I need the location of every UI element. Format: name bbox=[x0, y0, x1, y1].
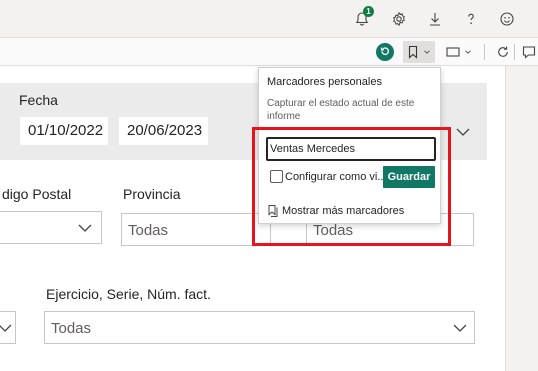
bookmark-name-input[interactable] bbox=[266, 137, 436, 161]
refresh-icon[interactable] bbox=[494, 41, 512, 63]
chevron-down-icon bbox=[0, 324, 12, 332]
help-icon[interactable] bbox=[460, 8, 482, 30]
chevron-down-icon bbox=[78, 224, 92, 232]
bookmark-button[interactable] bbox=[403, 41, 435, 63]
fecha-start-input[interactable]: 01/10/2022 bbox=[20, 117, 108, 145]
ejercicio-value: Todas bbox=[51, 320, 92, 337]
bell-icon[interactable]: 1 bbox=[351, 6, 374, 30]
flyout-description: Capturar el estado actual de este inform… bbox=[267, 98, 415, 122]
save-button[interactable]: Guardar bbox=[383, 166, 435, 188]
side-panel-strip bbox=[505, 66, 538, 371]
show-more-bookmarks-label: Mostrar más marcadores bbox=[282, 205, 405, 217]
chevron-down-icon bbox=[465, 50, 471, 54]
default-view-checkbox[interactable] bbox=[270, 170, 283, 183]
default-view-checkbox-label: Configurar como vi... bbox=[285, 171, 387, 183]
personal-bookmarks-flyout: Marcadores personales Capturar el estado… bbox=[258, 67, 441, 224]
provincia-dropdown[interactable]: Todas bbox=[121, 213, 271, 246]
codigo-postal-dropdown[interactable] bbox=[0, 211, 102, 244]
toolbar-divider bbox=[514, 44, 515, 60]
view-icon bbox=[446, 47, 460, 57]
ejercicio-dropdown[interactable]: Todas bbox=[44, 311, 475, 344]
comment-icon[interactable] bbox=[520, 41, 538, 63]
reset-icon[interactable] bbox=[375, 41, 395, 63]
left-partial-dropdown[interactable] bbox=[0, 311, 16, 344]
show-more-bookmarks-link[interactable]: Mostrar más marcadores bbox=[267, 204, 404, 218]
feedback-smiley-icon[interactable] bbox=[496, 8, 518, 30]
flyout-title: Marcadores personales bbox=[267, 76, 382, 88]
notification-count-badge: 1 bbox=[363, 6, 374, 17]
report-toolbar bbox=[0, 37, 538, 66]
chevron-down-icon[interactable] bbox=[456, 127, 470, 137]
provincia-label: Provincia bbox=[123, 186, 181, 202]
third-filter-value: Todas bbox=[313, 222, 354, 239]
codigo-postal-label: digo Postal bbox=[2, 186, 72, 202]
fecha-label: Fecha bbox=[19, 92, 58, 108]
view-button[interactable] bbox=[443, 41, 475, 63]
bookmarks-list-icon bbox=[268, 205, 278, 217]
bookmark-icon bbox=[408, 45, 418, 59]
chevron-down-icon bbox=[453, 324, 467, 332]
ejercicio-label: Ejercicio, Serie, Núm. fact. bbox=[46, 286, 211, 302]
toolbar-divider bbox=[484, 44, 485, 60]
download-icon[interactable] bbox=[424, 8, 446, 30]
gear-icon[interactable] bbox=[388, 8, 410, 30]
top-app-bar: 1 bbox=[0, 0, 538, 37]
fecha-end-input[interactable]: 20/06/2023 bbox=[119, 117, 208, 145]
chevron-down-icon bbox=[424, 50, 430, 54]
provincia-value: Todas bbox=[128, 222, 169, 239]
